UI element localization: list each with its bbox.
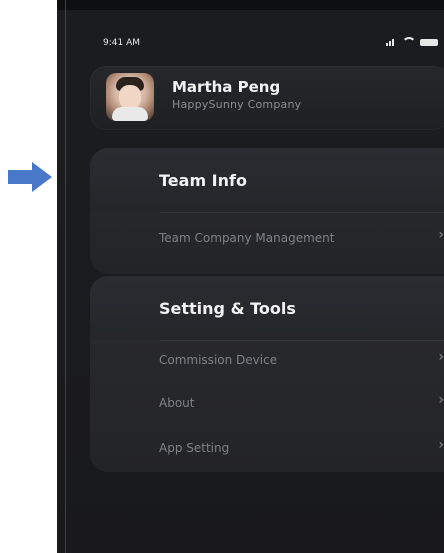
menu-item-commission-device[interactable]: Commission Device bbox=[159, 353, 277, 367]
profile-name: Martha Peng bbox=[172, 78, 281, 96]
battery-icon bbox=[420, 38, 438, 46]
status-icons bbox=[386, 37, 438, 47]
chevron-right-icon[interactable]: › bbox=[438, 227, 444, 243]
avatar-face bbox=[119, 85, 141, 109]
section-title-team-info: Team Info bbox=[159, 171, 247, 190]
team-info-card bbox=[90, 148, 444, 274]
chevron-right-icon[interactable]: › bbox=[438, 349, 444, 365]
avatar[interactable] bbox=[106, 73, 154, 121]
left-margin bbox=[0, 0, 57, 553]
team-info-divider bbox=[160, 212, 444, 213]
top-bar bbox=[57, 0, 444, 10]
signal-icon bbox=[386, 38, 398, 46]
team-info-header bbox=[90, 148, 444, 212]
arrow-right-icon bbox=[8, 162, 52, 192]
settings-tools-divider bbox=[160, 340, 444, 341]
avatar-shirt bbox=[112, 107, 148, 121]
menu-item-app-setting[interactable]: App Setting bbox=[159, 441, 229, 455]
chevron-right-icon[interactable]: › bbox=[438, 392, 444, 408]
status-time: 9:41 AM bbox=[103, 38, 140, 48]
status-bar: 9:41 AM bbox=[57, 35, 444, 53]
guide-line bbox=[65, 0, 66, 553]
chevron-right-icon[interactable]: › bbox=[438, 437, 444, 453]
wifi-icon bbox=[402, 37, 416, 47]
profile-company: HappySunny Company bbox=[172, 98, 302, 111]
phone-screen: 9:41 AM Martha Peng HappySunny Company ›… bbox=[57, 0, 444, 553]
menu-item-team-company-management[interactable]: Team Company Management bbox=[159, 231, 334, 245]
menu-item-about[interactable]: About bbox=[159, 396, 194, 410]
section-title-settings-tools: Setting & Tools bbox=[159, 299, 296, 318]
